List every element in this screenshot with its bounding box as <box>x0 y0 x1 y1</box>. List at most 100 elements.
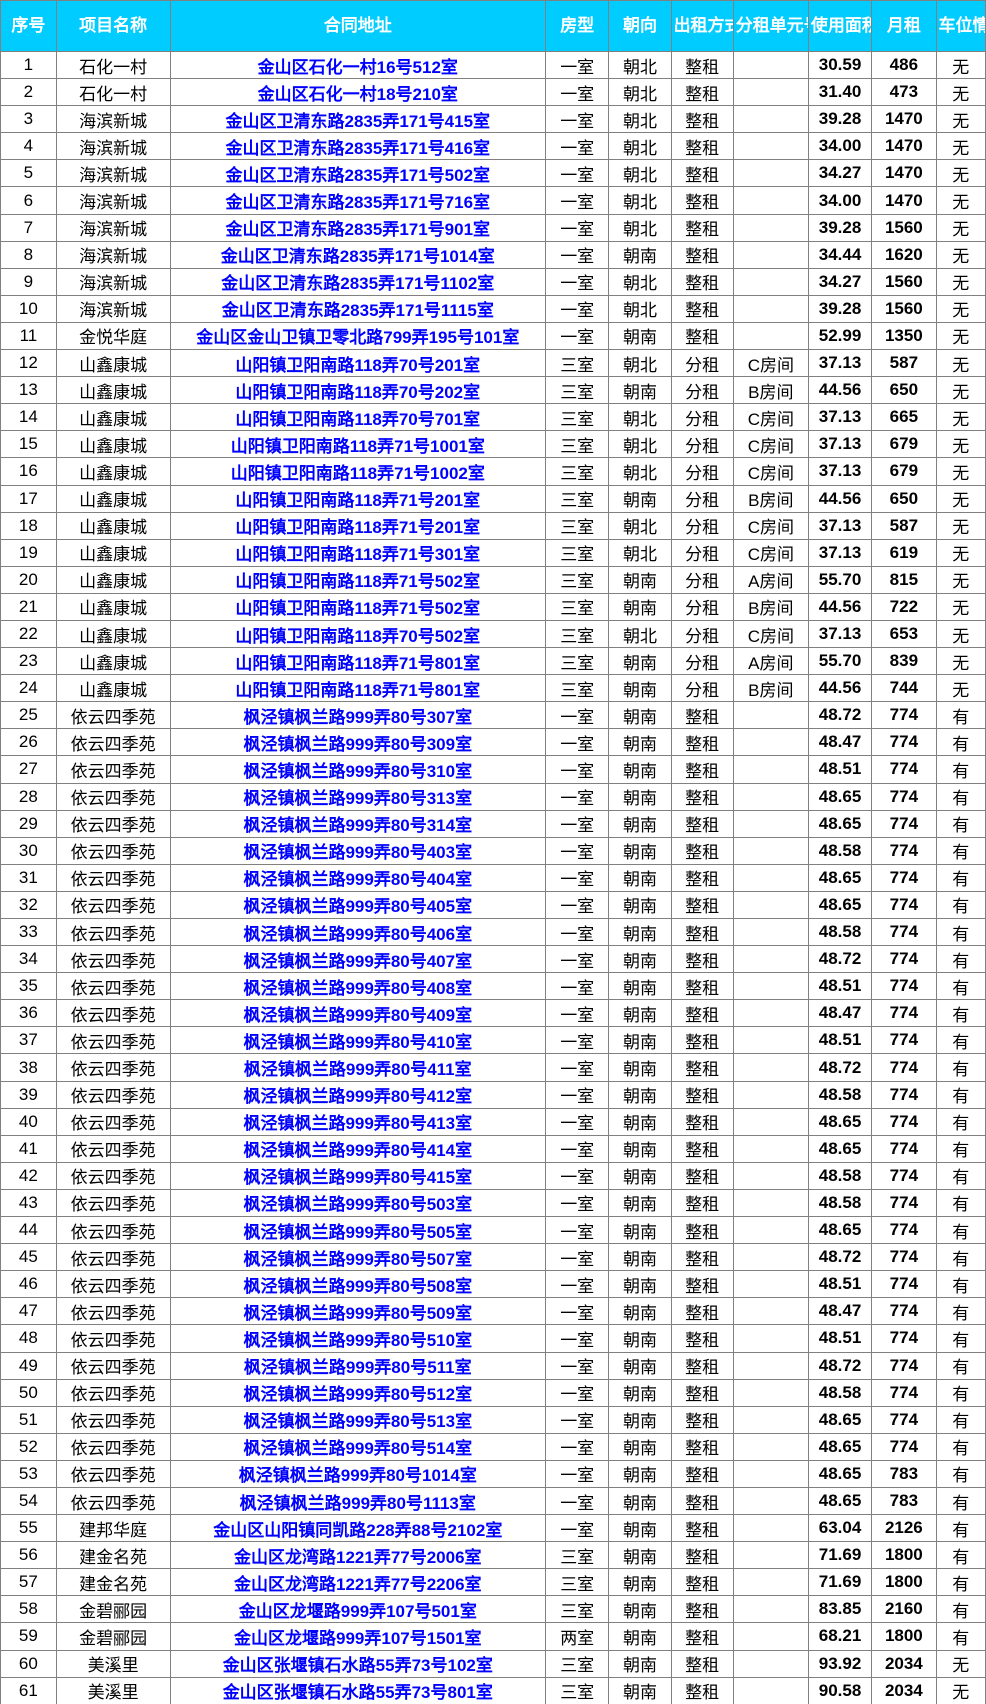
cell-address[interactable]: 枫泾镇枫兰路999弄80号309室 <box>169 728 547 757</box>
cell-address[interactable]: 金山区石化一村16号512室 <box>169 50 547 80</box>
cell-address[interactable]: 金山区龙堰路999弄107号501室 <box>169 1595 547 1624</box>
cell-usable-area[interactable]: 48.65 <box>807 782 873 811</box>
cell-seq[interactable]: 58 <box>0 1595 57 1624</box>
cell-rent-mode[interactable]: 整租 <box>670 863 734 892</box>
cell-parking[interactable]: 有 <box>935 1297 986 1326</box>
cell-address[interactable]: 枫泾镇枫兰路999弄80号405室 <box>169 890 547 920</box>
cell-parking[interactable]: 有 <box>935 1568 986 1597</box>
cell-parking[interactable]: 无 <box>935 403 986 432</box>
cell-sublet-unit[interactable] <box>732 1595 809 1624</box>
cell-orientation[interactable]: 朝南 <box>608 972 672 1001</box>
cell-sublet-unit[interactable] <box>732 863 809 892</box>
cell-room-type[interactable]: 一室 <box>545 755 610 784</box>
table-row[interactable]: 37 依云四季苑 枫泾镇枫兰路999弄80号410室 一室 朝南 整租 48.51 774 有 <box>0 1026 986 1055</box>
cell-project[interactable]: 海滨新城 <box>55 240 171 269</box>
cell-orientation[interactable]: 朝南 <box>608 863 672 892</box>
cell-address[interactable]: 枫泾镇枫兰路999弄80号508室 <box>169 1270 547 1299</box>
cell-address[interactable]: 枫泾镇枫兰路999弄80号1113室 <box>169 1486 547 1516</box>
cell-sublet-unit[interactable]: B房间 <box>732 592 809 621</box>
cell-usable-area[interactable]: 30.59 <box>807 50 873 80</box>
cell-project[interactable]: 金碧郦园 <box>55 1595 171 1624</box>
cell-parking[interactable]: 无 <box>935 565 986 594</box>
cell-parking[interactable]: 无 <box>935 376 986 405</box>
table-row[interactable]: 36 依云四季苑 枫泾镇枫兰路999弄80号409室 一室 朝南 整租 48.47 774 有 <box>0 999 986 1028</box>
cell-seq[interactable]: 35 <box>0 972 57 1001</box>
cell-monthly-rent[interactable]: 774 <box>871 728 937 757</box>
cell-seq[interactable]: 19 <box>0 538 57 567</box>
cell-sublet-unit[interactable] <box>732 294 809 323</box>
cell-seq[interactable]: 38 <box>0 1053 57 1082</box>
cell-address[interactable]: 枫泾镇枫兰路999弄80号514室 <box>169 1432 547 1461</box>
cell-monthly-rent[interactable]: 679 <box>871 457 937 486</box>
table-row[interactable]: 11 金悦华庭 金山区金山卫镇卫零北路799弄195号101室 一室 朝南 整租 52.99… <box>0 321 986 351</box>
cell-seq[interactable]: 23 <box>0 647 57 676</box>
table-row[interactable]: 42 依云四季苑 枫泾镇枫兰路999弄80号415室 一室 朝南 整租 48.58 774 有 <box>0 1161 986 1190</box>
cell-project[interactable]: 金悦华庭 <box>55 321 171 351</box>
cell-rent-mode[interactable]: 整租 <box>670 1676 734 1704</box>
cell-project[interactable]: 依云四季苑 <box>55 1107 171 1136</box>
cell-room-type[interactable]: 一室 <box>545 1053 610 1082</box>
cell-orientation[interactable]: 朝南 <box>608 1486 672 1516</box>
cell-rent-mode[interactable]: 分租 <box>670 647 734 676</box>
cell-seq[interactable]: 54 <box>0 1486 57 1516</box>
cell-rent-mode[interactable]: 整租 <box>670 267 734 296</box>
cell-sublet-unit[interactable] <box>732 1053 809 1082</box>
cell-room-type[interactable]: 一室 <box>545 186 610 215</box>
cell-sublet-unit[interactable] <box>732 972 809 1001</box>
cell-usable-area[interactable]: 39.28 <box>807 213 873 242</box>
cell-monthly-rent[interactable]: 619 <box>871 538 937 567</box>
cell-rent-mode[interactable]: 整租 <box>670 945 734 974</box>
cell-monthly-rent[interactable]: 774 <box>871 972 937 1001</box>
cell-monthly-rent[interactable]: 774 <box>871 863 937 892</box>
cell-project[interactable]: 依云四季苑 <box>55 1486 171 1516</box>
cell-room-type[interactable]: 一室 <box>545 1378 610 1407</box>
cell-room-type[interactable]: 一室 <box>545 782 610 811</box>
cell-orientation[interactable]: 朝南 <box>608 1107 672 1136</box>
cell-monthly-rent[interactable]: 1800 <box>871 1541 937 1570</box>
cell-seq[interactable]: 6 <box>0 186 57 215</box>
cell-parking[interactable]: 有 <box>935 1459 986 1488</box>
cell-room-type[interactable]: 三室 <box>545 511 610 540</box>
cell-monthly-rent[interactable]: 774 <box>871 1026 937 1055</box>
cell-monthly-rent[interactable]: 2034 <box>871 1676 937 1704</box>
table-row[interactable]: 20 山鑫康城 山阳镇卫阳南路118弄71号502室 三室 朝南 分租 A房间 55.70 81… <box>0 565 986 594</box>
cell-address[interactable]: 金山区卫清东路2835弄171号1115室 <box>169 294 547 323</box>
cell-seq[interactable]: 44 <box>0 1216 57 1245</box>
cell-address[interactable]: 枫泾镇枫兰路999弄80号409室 <box>169 999 547 1028</box>
cell-sublet-unit[interactable] <box>732 1541 809 1570</box>
cell-project[interactable]: 依云四季苑 <box>55 1026 171 1055</box>
cell-address[interactable]: 枫泾镇枫兰路999弄80号509室 <box>169 1297 547 1326</box>
cell-room-type[interactable]: 三室 <box>545 1595 610 1624</box>
cell-address[interactable]: 枫泾镇枫兰路999弄80号411室 <box>169 1053 547 1082</box>
cell-project[interactable]: 依云四季苑 <box>55 945 171 974</box>
cell-parking[interactable]: 无 <box>935 294 986 323</box>
cell-parking[interactable]: 无 <box>935 457 986 486</box>
cell-parking[interactable]: 有 <box>935 1514 986 1543</box>
cell-seq[interactable]: 27 <box>0 755 57 784</box>
cell-seq[interactable]: 24 <box>0 674 57 703</box>
cell-rent-mode[interactable]: 整租 <box>670 1297 734 1326</box>
cell-address[interactable]: 枫泾镇枫兰路999弄80号412室 <box>169 1080 547 1109</box>
cell-rent-mode[interactable]: 整租 <box>670 1486 734 1516</box>
cell-usable-area[interactable]: 44.56 <box>807 674 873 703</box>
cell-address[interactable]: 金山区山阳镇同凯路228弄88号2102室 <box>169 1514 547 1543</box>
cell-room-type[interactable]: 三室 <box>545 538 610 567</box>
cell-usable-area[interactable]: 48.58 <box>807 836 873 865</box>
table-row[interactable]: 9 海滨新城 金山区卫清东路2835弄171号1102室 一室 朝北 整租 34.27 156… <box>0 267 986 296</box>
table-row[interactable]: 2 石化一村 金山区石化一村18号210室 一室 朝北 整租 31.40 473 无 <box>0 78 986 107</box>
table-row[interactable]: 19 山鑫康城 山阳镇卫阳南路118弄71号301室 三室 朝北 分租 C房间 37.13 61… <box>0 538 986 567</box>
cell-monthly-rent[interactable]: 1470 <box>871 186 937 215</box>
table-row[interactable]: 26 依云四季苑 枫泾镇枫兰路999弄80号309室 一室 朝南 整租 48.47 774 有 <box>0 728 986 757</box>
cell-seq[interactable]: 3 <box>0 105 57 134</box>
cell-orientation[interactable]: 朝南 <box>608 1595 672 1624</box>
cell-parking[interactable]: 有 <box>935 1432 986 1461</box>
cell-address[interactable]: 山阳镇卫阳南路118弄70号502室 <box>169 619 547 649</box>
cell-room-type[interactable]: 一室 <box>545 50 610 80</box>
cell-room-type[interactable]: 一室 <box>545 1351 610 1380</box>
cell-orientation[interactable]: 朝北 <box>608 403 672 432</box>
cell-monthly-rent[interactable]: 783 <box>871 1486 937 1516</box>
cell-orientation[interactable]: 朝南 <box>608 728 672 757</box>
table-row[interactable]: 15 山鑫康城 山阳镇卫阳南路118弄71号1001室 三室 朝北 分租 C房间 37.13 6… <box>0 430 986 459</box>
cell-parking[interactable]: 无 <box>935 186 986 215</box>
cell-monthly-rent[interactable]: 774 <box>871 836 937 865</box>
